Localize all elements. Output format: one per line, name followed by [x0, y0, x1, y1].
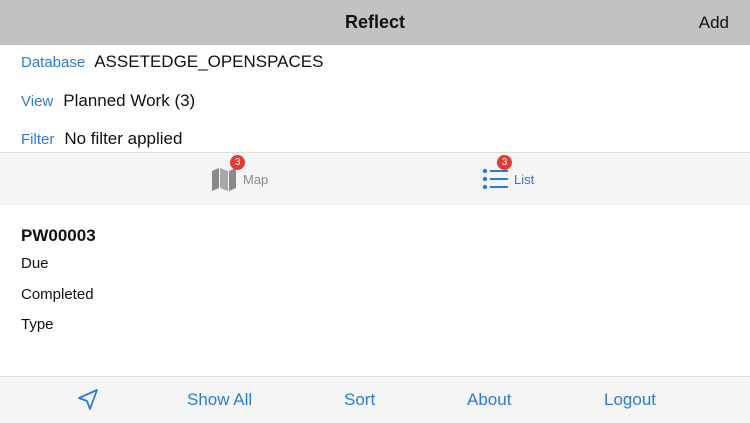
tab-list-label: List — [514, 171, 535, 187]
field-completed: Completed — [21, 286, 94, 303]
sort-button[interactable]: Sort — [344, 377, 375, 423]
tab-map[interactable]: 3 Map — [211, 153, 268, 205]
filter-label: Filter — [21, 131, 55, 148]
bottom-toolbar: Show All Sort About Logout — [0, 376, 750, 423]
logout-button[interactable]: Logout — [604, 377, 656, 423]
tab-list[interactable]: 3 List — [482, 153, 534, 205]
location-arrow-icon[interactable] — [76, 377, 100, 423]
map-icon: 3 — [211, 155, 245, 192]
nav-bar: Reflect Add — [0, 0, 750, 45]
filter-value: No filter applied — [64, 129, 183, 148]
record-id: PW00003 — [21, 226, 96, 245]
add-button[interactable]: Add — [699, 13, 729, 33]
view-segment-control: 3 Map 3 List — [0, 152, 750, 205]
map-badge: 3 — [230, 155, 245, 170]
list-badge: 3 — [497, 155, 512, 170]
about-button[interactable]: About — [467, 377, 511, 423]
database-label: Database — [21, 54, 86, 71]
app-title: Reflect — [344, 12, 406, 32]
database-value: ASSETEDGE_OPENSPACES — [94, 52, 324, 71]
list-icon: 3 — [482, 155, 512, 192]
show-all-button[interactable]: Show All — [187, 377, 252, 423]
field-due: Due — [21, 255, 49, 272]
database-row[interactable]: Database ASSETEDGE_OPENSPACES — [21, 52, 323, 72]
view-row[interactable]: View Planned Work (3) — [21, 91, 195, 111]
tab-map-label: Map — [243, 171, 269, 187]
filter-row[interactable]: Filter No filter applied — [21, 129, 182, 149]
view-label: View — [21, 93, 54, 110]
view-value: Planned Work (3) — [63, 91, 196, 110]
record-item[interactable]: PW00003 — [21, 226, 96, 246]
field-type: Type — [21, 316, 54, 333]
